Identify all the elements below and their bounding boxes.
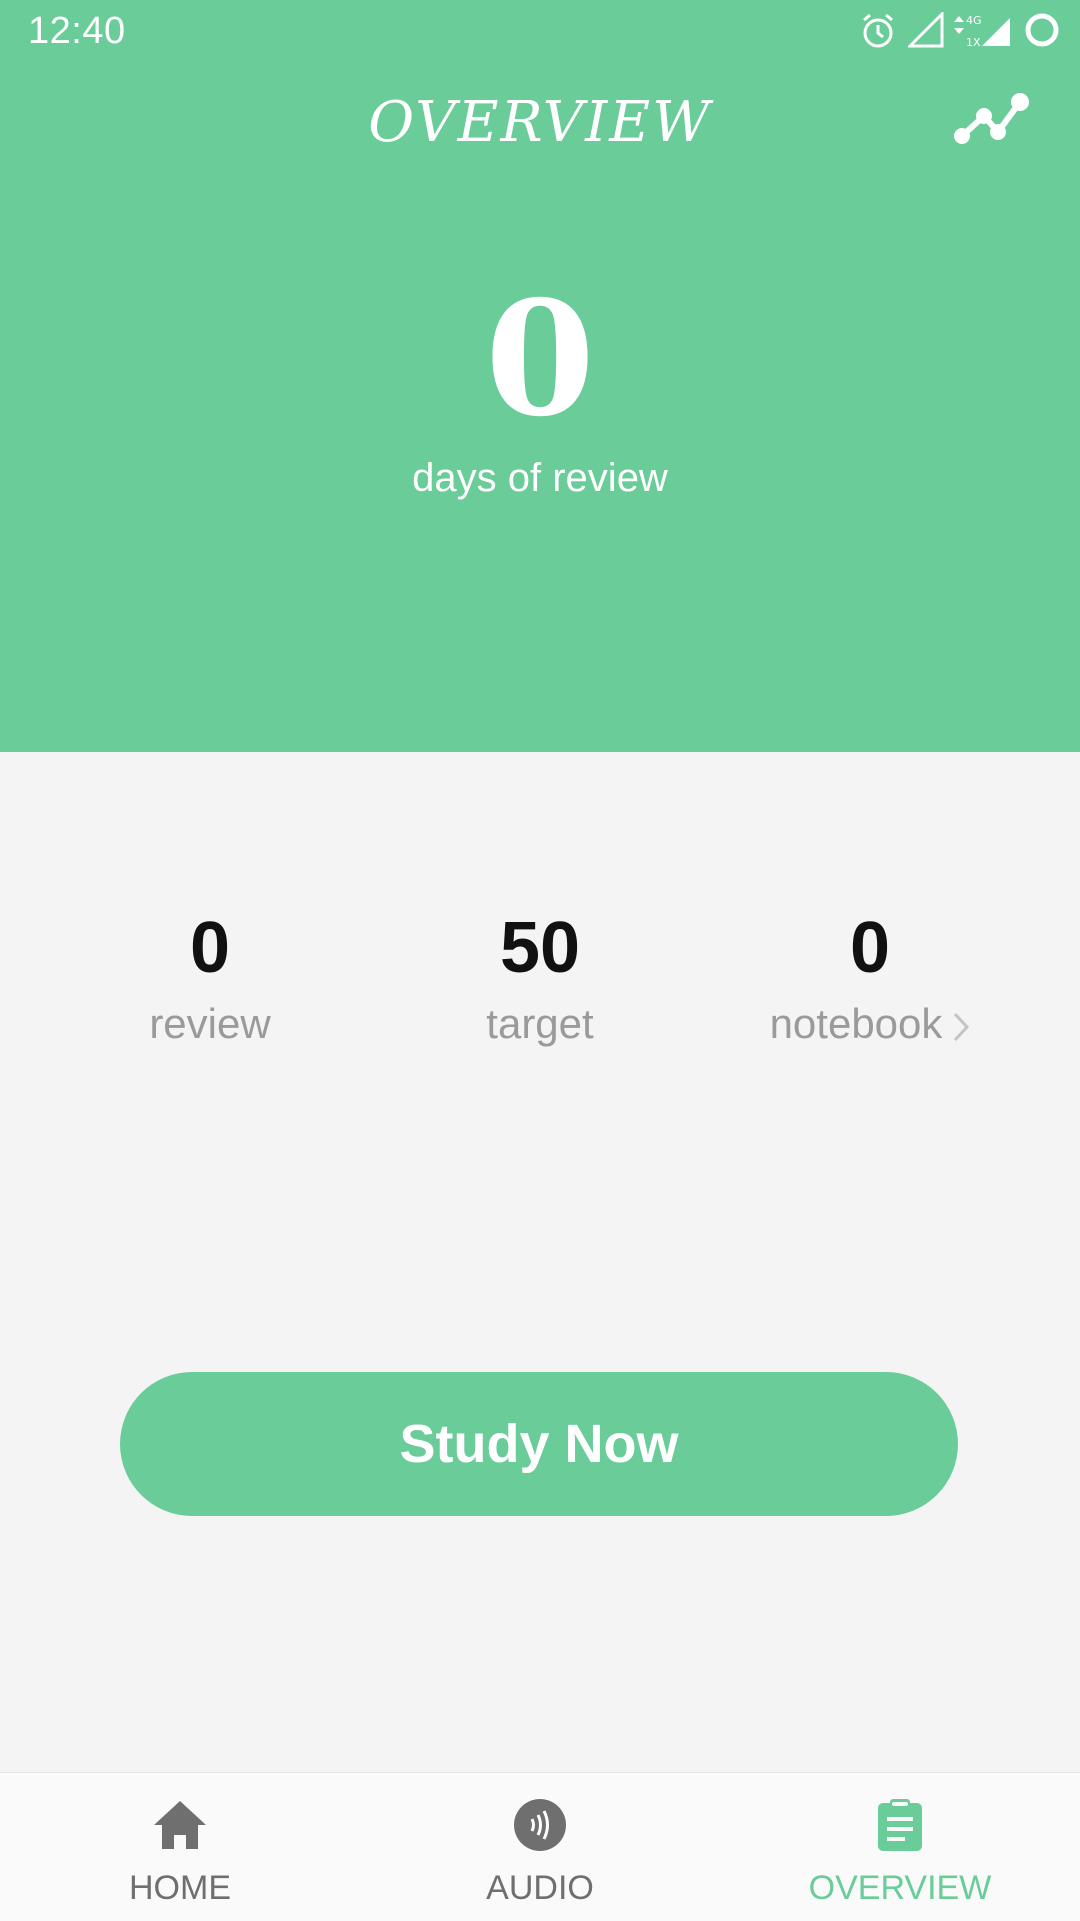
alarm-icon <box>863 13 893 48</box>
clipboard-icon <box>878 1799 922 1851</box>
nav-item-overview[interactable]: OVERVIEW <box>720 1773 1080 1921</box>
status-time: 12:40 <box>28 10 126 52</box>
line-chart-icon[interactable] <box>952 90 1032 152</box>
notebook-count: 0 <box>849 908 891 988</box>
notebook-link[interactable]: notebook <box>720 1000 1020 1048</box>
target-count: 50 <box>499 908 581 988</box>
review-count: 0 <box>189 908 231 988</box>
bottom-nav: HOME AUDIO OVERVIEW <box>0 1772 1080 1921</box>
days-of-review-count: 0 <box>485 267 595 452</box>
nav-item-audio[interactable]: AUDIO <box>360 1773 720 1921</box>
page-title: OVERVIEW <box>368 90 712 155</box>
stat-review: 0 review <box>60 900 360 1048</box>
review-label: review <box>149 1000 271 1047</box>
network-label-bottom: 1X <box>966 36 981 49</box>
status-bar: 12:40 4G 1X <box>0 0 1080 64</box>
stat-target: 50 target <box>390 900 690 1048</box>
audio-icon <box>514 1799 566 1851</box>
study-now-button[interactable]: Study Now <box>120 1372 958 1516</box>
battery-ring-icon <box>1025 13 1059 47</box>
chevron-right-icon <box>954 1012 970 1041</box>
nav-label-audio: AUDIO <box>486 1869 594 1907</box>
stats-row: 0 review 50 target 0 notebook <box>0 900 1080 1080</box>
data-4g-icon: 4G 1X <box>954 14 1010 49</box>
days-of-review-caption: days of review <box>412 456 668 500</box>
notebook-label: notebook <box>769 1000 943 1047</box>
network-label-top: 4G <box>966 14 982 27</box>
stat-notebook[interactable]: 0 notebook <box>720 900 1020 1048</box>
hero-panel: 12:40 4G 1X OVERVIEW 0 days of review <box>0 0 1080 752</box>
target-label: target <box>486 1000 594 1047</box>
status-icons: 4G 1X <box>860 12 1060 52</box>
signal-icon <box>908 12 944 48</box>
home-icon <box>154 1801 206 1849</box>
nav-item-home[interactable]: HOME <box>0 1773 360 1921</box>
nav-label-home: HOME <box>129 1869 231 1907</box>
nav-label-overview: OVERVIEW <box>808 1869 992 1907</box>
